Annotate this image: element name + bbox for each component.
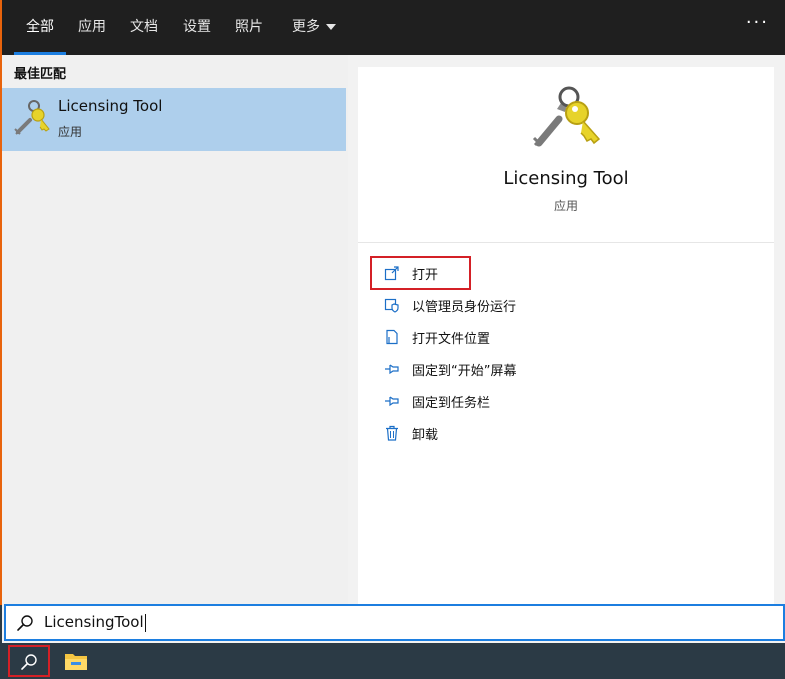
action-uninstall[interactable]: 卸载 <box>384 421 438 445</box>
divider <box>358 242 774 243</box>
tab-all-label: 全部 <box>26 19 54 35</box>
best-match-name: Licensing Tool <box>58 97 163 115</box>
key-wrench-icon <box>532 86 601 147</box>
action-open[interactable]: 打开 <box>384 261 438 285</box>
filter-tab-bar: 全部 应用 文档 设置 照片 更多 ··· <box>2 0 785 55</box>
action-open-label: 打开 <box>412 267 439 283</box>
open-icon <box>384 266 399 281</box>
action-uninstall-label: 卸载 <box>412 427 439 443</box>
chevron-down-icon <box>326 24 336 30</box>
tab-all[interactable]: 全部 <box>14 0 66 55</box>
key-wrench-icon <box>14 100 50 135</box>
pin-icon <box>385 364 399 375</box>
action-open-file-location-label: 打开文件位置 <box>412 331 491 347</box>
details-pane: Licensing Tool 应用 打开 以管理员身份运行 打开文件位置 固定到… <box>358 67 774 605</box>
tab-more[interactable]: 更多 <box>284 0 344 55</box>
tab-documents[interactable]: 文档 <box>124 0 164 55</box>
tab-more-label: 更多 <box>292 19 320 35</box>
taskbar-search-button[interactable] <box>8 645 50 677</box>
results-pane: 最佳匹配 Licensing Tool 应用 <box>2 55 348 605</box>
text-cursor <box>144 613 146 632</box>
tab-apps-label: 应用 <box>78 19 106 35</box>
action-open-file-location[interactable]: 打开文件位置 <box>384 325 490 349</box>
shield-admin-icon <box>384 298 399 313</box>
pin-icon <box>385 396 399 407</box>
best-match-heading: 最佳匹配 <box>14 67 67 82</box>
start-search-window: 全部 应用 文档 设置 照片 更多 ··· 最佳匹配 Licensing Too… <box>2 0 785 643</box>
app-name: Licensing Tool <box>503 168 629 189</box>
taskbar <box>0 643 785 679</box>
tab-apps[interactable]: 应用 <box>72 0 112 55</box>
search-input[interactable]: LicensingTool <box>44 613 146 632</box>
action-run-as-admin-label: 以管理员身份运行 <box>412 299 517 315</box>
tab-settings-label: 设置 <box>183 19 211 35</box>
best-match-result[interactable]: Licensing Tool 应用 <box>2 88 346 151</box>
search-icon <box>17 615 33 631</box>
tab-documents-label: 文档 <box>130 19 158 35</box>
best-match-kind: 应用 <box>58 125 83 139</box>
tab-photos-label: 照片 <box>235 19 263 35</box>
action-pin-to-start-label: 固定到“开始”屏幕 <box>412 363 517 379</box>
more-options-button[interactable]: ··· <box>746 12 769 33</box>
search-field[interactable]: LicensingTool <box>4 604 785 641</box>
file-explorer-icon[interactable] <box>64 651 88 671</box>
action-pin-to-taskbar-label: 固定到任务栏 <box>412 395 491 411</box>
action-pin-to-start[interactable]: 固定到“开始”屏幕 <box>384 357 516 381</box>
file-location-icon <box>386 329 398 345</box>
tab-photos[interactable]: 照片 <box>229 0 269 55</box>
trash-icon <box>386 425 398 441</box>
action-pin-to-taskbar[interactable]: 固定到任务栏 <box>384 389 490 413</box>
search-icon <box>21 654 37 670</box>
app-kind: 应用 <box>553 199 578 213</box>
search-input-text: LicensingTool <box>44 613 144 631</box>
tab-settings[interactable]: 设置 <box>177 0 217 55</box>
action-run-as-admin[interactable]: 以管理员身份运行 <box>384 293 516 317</box>
